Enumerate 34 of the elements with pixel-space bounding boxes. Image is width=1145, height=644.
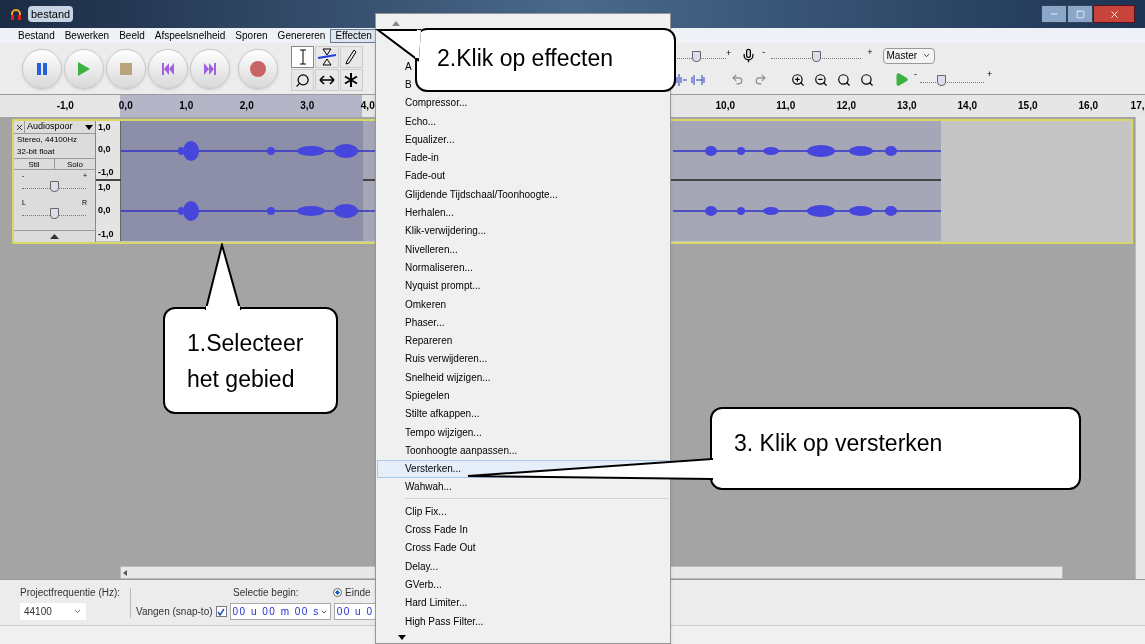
window-title: bestand — [28, 5, 74, 23]
track-info: 32-bit float — [16, 146, 56, 158]
scale-label: 0,0 — [98, 204, 112, 218]
ruler-label: 10,0 — [714, 99, 736, 113]
ruler-label: 12,0 — [835, 99, 857, 113]
ruler-label: 17, — [1129, 99, 1145, 113]
ruler-label: 11,0 — [775, 99, 797, 113]
ruler-label: 0,0 — [117, 99, 134, 113]
ruler-label: 14,0 — [956, 99, 978, 113]
ruler-label: 3,0 — [299, 99, 316, 113]
snap-label: Vangen (snap-to) — [136, 605, 213, 619]
track-info: Stereo, 44100Hz — [16, 134, 79, 146]
scale-label: 0,0 — [98, 143, 112, 157]
ruler-label: 4,0 — [359, 99, 376, 113]
minus-label: - — [762, 47, 766, 57]
ruler-label: -1,0 — [55, 99, 75, 113]
scale-label: 1,0 — [98, 121, 112, 134]
minus-label: - — [914, 69, 917, 79]
callout: 1.Selecteer het gebied — [163, 307, 338, 414]
end-label: Einde — [345, 586, 371, 600]
scale-label: -1,0 — [98, 165, 115, 179]
ruler-label: 15,0 — [1017, 99, 1039, 113]
scale-label: 1,0 — [98, 181, 112, 194]
selection-start-label: Selectie begin: — [233, 586, 300, 600]
callout: 3. Klik op versterken — [710, 407, 1081, 490]
plus-label: + — [726, 48, 732, 58]
ruler-label: 16,0 — [1077, 99, 1099, 113]
plus-label: + — [867, 47, 873, 57]
rate-label: Projectfrequentie (Hz): — [20, 586, 122, 600]
ruler-label: 1,0 — [178, 99, 195, 113]
plus-label: + — [987, 69, 993, 79]
ruler-label: 13,0 — [896, 99, 918, 113]
scale-label: -1,0 — [98, 227, 115, 241]
ruler-label: 2,0 — [238, 99, 255, 113]
